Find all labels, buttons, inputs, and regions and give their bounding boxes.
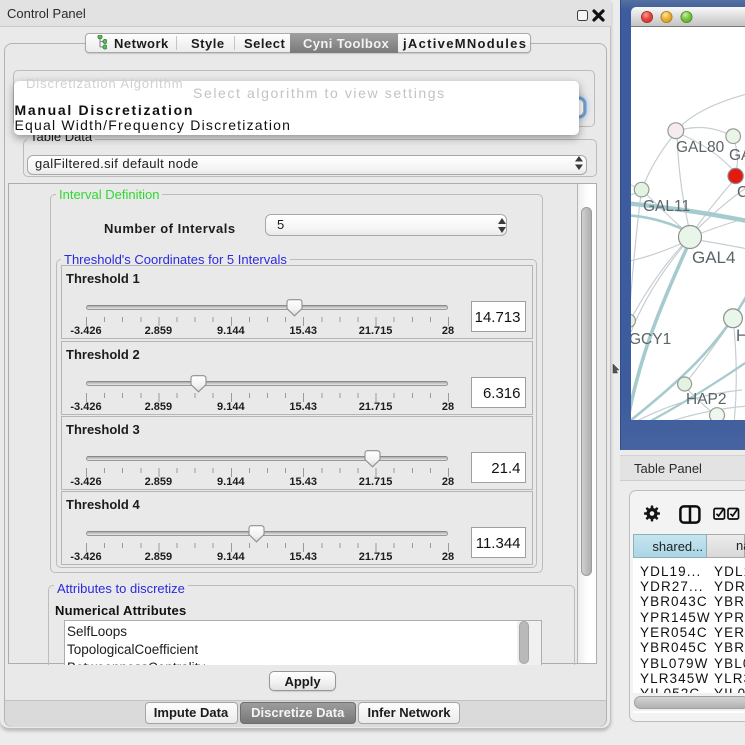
svg-text:GAL80: GAL80 xyxy=(676,139,725,156)
svg-text:HAP2: HAP2 xyxy=(686,391,727,408)
svg-text:GAL4: GAL4 xyxy=(692,248,735,267)
svg-text:GAL11: GAL11 xyxy=(643,198,690,215)
svg-text:GA: GA xyxy=(729,147,745,164)
svg-text:C: C xyxy=(737,184,745,201)
svg-text:H: H xyxy=(736,327,745,345)
svg-text:GCY1: GCY1 xyxy=(631,331,671,348)
